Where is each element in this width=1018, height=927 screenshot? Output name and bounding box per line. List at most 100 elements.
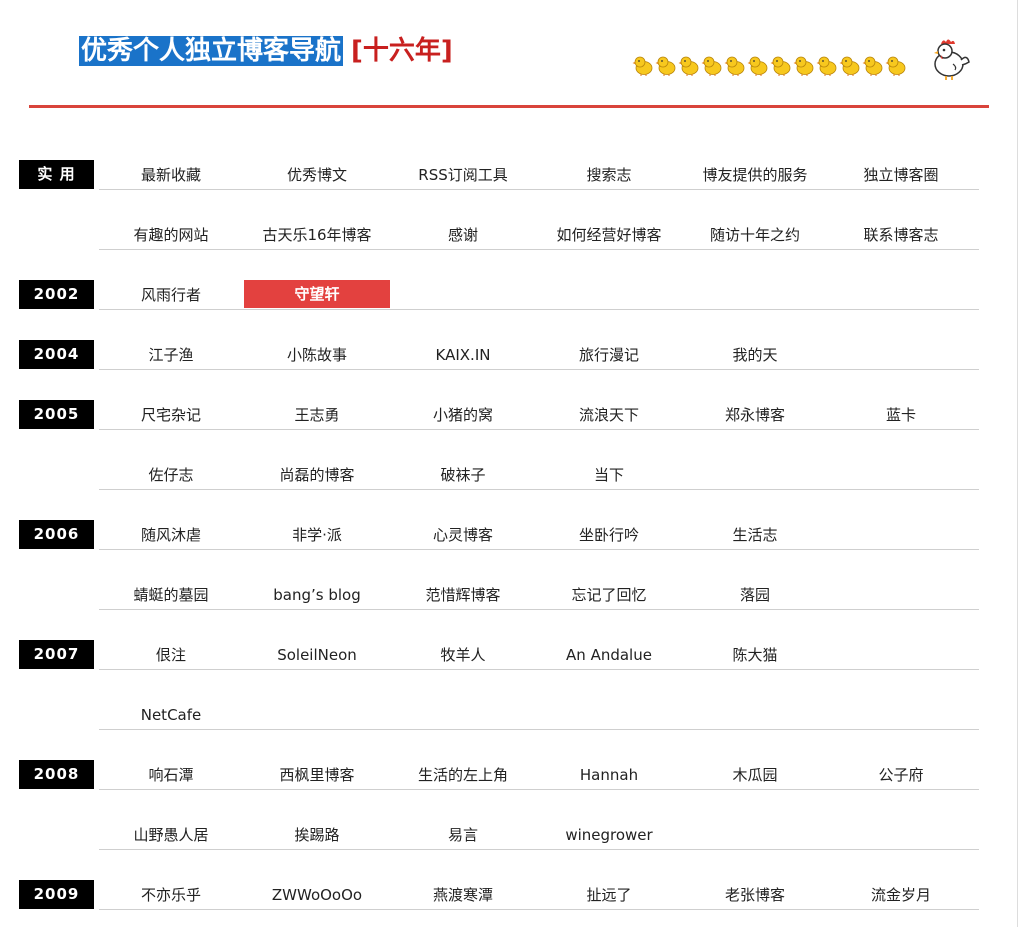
blog-link[interactable]: ZWWoOoOo bbox=[244, 880, 390, 910]
blog-link[interactable]: 生活的左上角 bbox=[390, 760, 536, 790]
blog-row: 2004 江子渔 小陈故事 KAIX.IN 旅行漫记 我的天 bbox=[0, 340, 1018, 370]
chick-icon bbox=[724, 56, 745, 76]
blog-link[interactable]: 佷注 bbox=[98, 640, 244, 670]
year-label: 2004 bbox=[19, 340, 94, 369]
blog-link[interactable]: bang’s blog bbox=[244, 580, 390, 610]
blog-link[interactable]: 西枫里博客 bbox=[244, 760, 390, 790]
blog-link[interactable]: 忘记了回忆 bbox=[536, 580, 682, 610]
blog-link[interactable]: 尺宅杂记 bbox=[98, 400, 244, 430]
year-label: 2002 bbox=[19, 280, 94, 309]
blog-link[interactable]: 木瓜园 bbox=[682, 760, 828, 790]
blog-link[interactable]: 随访十年之约 bbox=[682, 220, 828, 250]
blog-link[interactable]: 坐卧行吟 bbox=[536, 520, 682, 550]
blog-link[interactable]: 扯远了 bbox=[536, 880, 682, 910]
blog-link[interactable]: 随风沐虐 bbox=[98, 520, 244, 550]
page-title: 优秀个人独立博客导航 [十六年] bbox=[79, 31, 453, 71]
blog-link[interactable]: 不亦乐乎 bbox=[98, 880, 244, 910]
blog-link[interactable]: 蜻蜓的墓园 bbox=[98, 580, 244, 610]
blog-link[interactable]: 风雨行者 bbox=[98, 280, 244, 310]
blog-link[interactable]: Hannah bbox=[536, 760, 682, 790]
chick-icon bbox=[632, 56, 653, 76]
blog-link[interactable]: 小陈故事 bbox=[244, 340, 390, 370]
blog-link[interactable]: SoleilNeon bbox=[244, 640, 390, 670]
year-label: 2006 bbox=[19, 520, 94, 549]
blog-link[interactable]: 旅行漫记 bbox=[536, 340, 682, 370]
blog-link[interactable]: winegrower bbox=[536, 820, 682, 850]
rooster-icon bbox=[934, 39, 970, 80]
blog-row: 佐仔志 尚磊的博客 破袜子 当下 bbox=[0, 460, 1018, 490]
year-label: 2008 bbox=[19, 760, 94, 789]
year-label: 2005 bbox=[19, 400, 94, 429]
blog-link[interactable]: 燕渡寒潭 bbox=[390, 880, 536, 910]
chick-icon bbox=[839, 56, 860, 76]
blog-link[interactable]: 古天乐16年博客 bbox=[244, 220, 390, 250]
blog-link[interactable]: 非学·派 bbox=[244, 520, 390, 550]
blog-link[interactable]: 尚磊的博客 bbox=[244, 460, 390, 490]
year-label: 2009 bbox=[19, 880, 94, 909]
blog-link[interactable]: 独立博客圈 bbox=[828, 160, 974, 190]
blog-link[interactable]: 小猪的窝 bbox=[390, 400, 536, 430]
blog-link[interactable]: 王志勇 bbox=[244, 400, 390, 430]
blog-link[interactable]: 我的天 bbox=[682, 340, 828, 370]
blog-row: 实 用最新收藏 优秀博文 RSS订阅工具 搜索志 博友提供的服务 独立博客圈 bbox=[0, 160, 1018, 190]
blog-row: 有趣的网站 古天乐16年博客 感谢 如何经营好博客 随访十年之约 联系博客志 bbox=[0, 220, 1018, 250]
blog-link[interactable]: 响石潭 bbox=[98, 760, 244, 790]
blog-link[interactable]: 守望轩 bbox=[244, 280, 390, 308]
blog-link[interactable]: 公子府 bbox=[828, 760, 974, 790]
blog-link[interactable]: 郑永博客 bbox=[682, 400, 828, 430]
blog-link[interactable]: 最新收藏 bbox=[98, 160, 244, 190]
blog-link[interactable]: 易言 bbox=[390, 820, 536, 850]
blog-link[interactable]: KAIX.IN bbox=[390, 340, 536, 370]
year-label: 实 用 bbox=[19, 160, 94, 189]
year-label: 2007 bbox=[19, 640, 94, 669]
blog-link[interactable]: 流浪天下 bbox=[536, 400, 682, 430]
blog-row: 2002 风雨行者 守望轩 bbox=[0, 280, 1018, 310]
chick-icon bbox=[747, 56, 768, 76]
chick-icon bbox=[885, 56, 906, 76]
blog-link[interactable]: 如何经营好博客 bbox=[536, 220, 682, 250]
chick-icon bbox=[655, 56, 676, 76]
blog-row: 2005 尺宅杂记 王志勇 小猪的窝 流浪天下 郑永博客 蓝卡 bbox=[0, 400, 1018, 430]
blog-link[interactable]: 博友提供的服务 bbox=[682, 160, 828, 190]
blog-link[interactable]: 范惜辉博客 bbox=[390, 580, 536, 610]
blog-link[interactable]: 破袜子 bbox=[390, 460, 536, 490]
blog-link[interactable]: An Andalue bbox=[536, 640, 682, 670]
blog-row: 蜻蜓的墓园 bang’s blog 范惜辉博客 忘记了回忆 落园 bbox=[0, 580, 1018, 610]
blog-link[interactable]: 当下 bbox=[536, 460, 682, 490]
years-tag: [十六年] bbox=[351, 36, 453, 66]
header-divider bbox=[29, 105, 989, 108]
blog-link[interactable]: 感谢 bbox=[390, 220, 536, 250]
blog-row: 山野愚人居 挨踢路 易言 winegrower bbox=[0, 820, 1018, 850]
blog-row: 2007 佷注 SoleilNeon 牧羊人 An Andalue 陈大猫 bbox=[0, 640, 1018, 670]
blog-link[interactable]: 流金岁月 bbox=[828, 880, 974, 910]
chick-icon bbox=[678, 56, 699, 76]
chick-icon bbox=[816, 56, 837, 76]
page-header: 优秀个人独立博客导航 [十六年] bbox=[0, 0, 1018, 110]
blog-row: 2006 随风沐虐 非学·派 心灵博客 坐卧行吟 生活志 bbox=[0, 520, 1018, 550]
title-text[interactable]: 优秀个人独立博客导航 bbox=[79, 36, 344, 66]
blog-link[interactable]: 牧羊人 bbox=[390, 640, 536, 670]
chick-icon bbox=[793, 56, 814, 76]
blog-link[interactable]: 生活志 bbox=[682, 520, 828, 550]
chick-icon bbox=[862, 56, 883, 76]
blog-link[interactable]: 佐仔志 bbox=[98, 460, 244, 490]
blog-link[interactable]: 联系博客志 bbox=[828, 220, 974, 250]
blog-link[interactable]: 心灵博客 bbox=[390, 520, 536, 550]
blog-link[interactable]: 优秀博文 bbox=[244, 160, 390, 190]
blog-link[interactable]: 挨踢路 bbox=[244, 820, 390, 850]
blog-row: NetCafe bbox=[0, 700, 1018, 730]
blog-link[interactable]: 江子渔 bbox=[98, 340, 244, 370]
blog-link[interactable]: 搜索志 bbox=[536, 160, 682, 190]
blog-link[interactable]: 蓝卡 bbox=[828, 400, 974, 430]
blog-link[interactable]: RSS订阅工具 bbox=[390, 160, 536, 190]
blog-link[interactable]: 老张博客 bbox=[682, 880, 828, 910]
blog-link[interactable]: 陈大猫 bbox=[682, 640, 828, 670]
blog-row: 2009 不亦乐乎 ZWWoOoOo 燕渡寒潭 扯远了 老张博客 流金岁月 bbox=[0, 880, 1018, 910]
blog-link[interactable]: 有趣的网站 bbox=[98, 220, 244, 250]
chick-icon bbox=[701, 56, 722, 76]
blog-link[interactable]: 山野愚人居 bbox=[98, 820, 244, 850]
blog-link[interactable]: 落园 bbox=[682, 580, 828, 610]
blog-link[interactable]: NetCafe bbox=[98, 700, 244, 730]
blog-row: 2008 响石潭 西枫里博客 生活的左上角 Hannah 木瓜园 公子府 bbox=[0, 760, 1018, 790]
chick-icon bbox=[770, 56, 791, 76]
